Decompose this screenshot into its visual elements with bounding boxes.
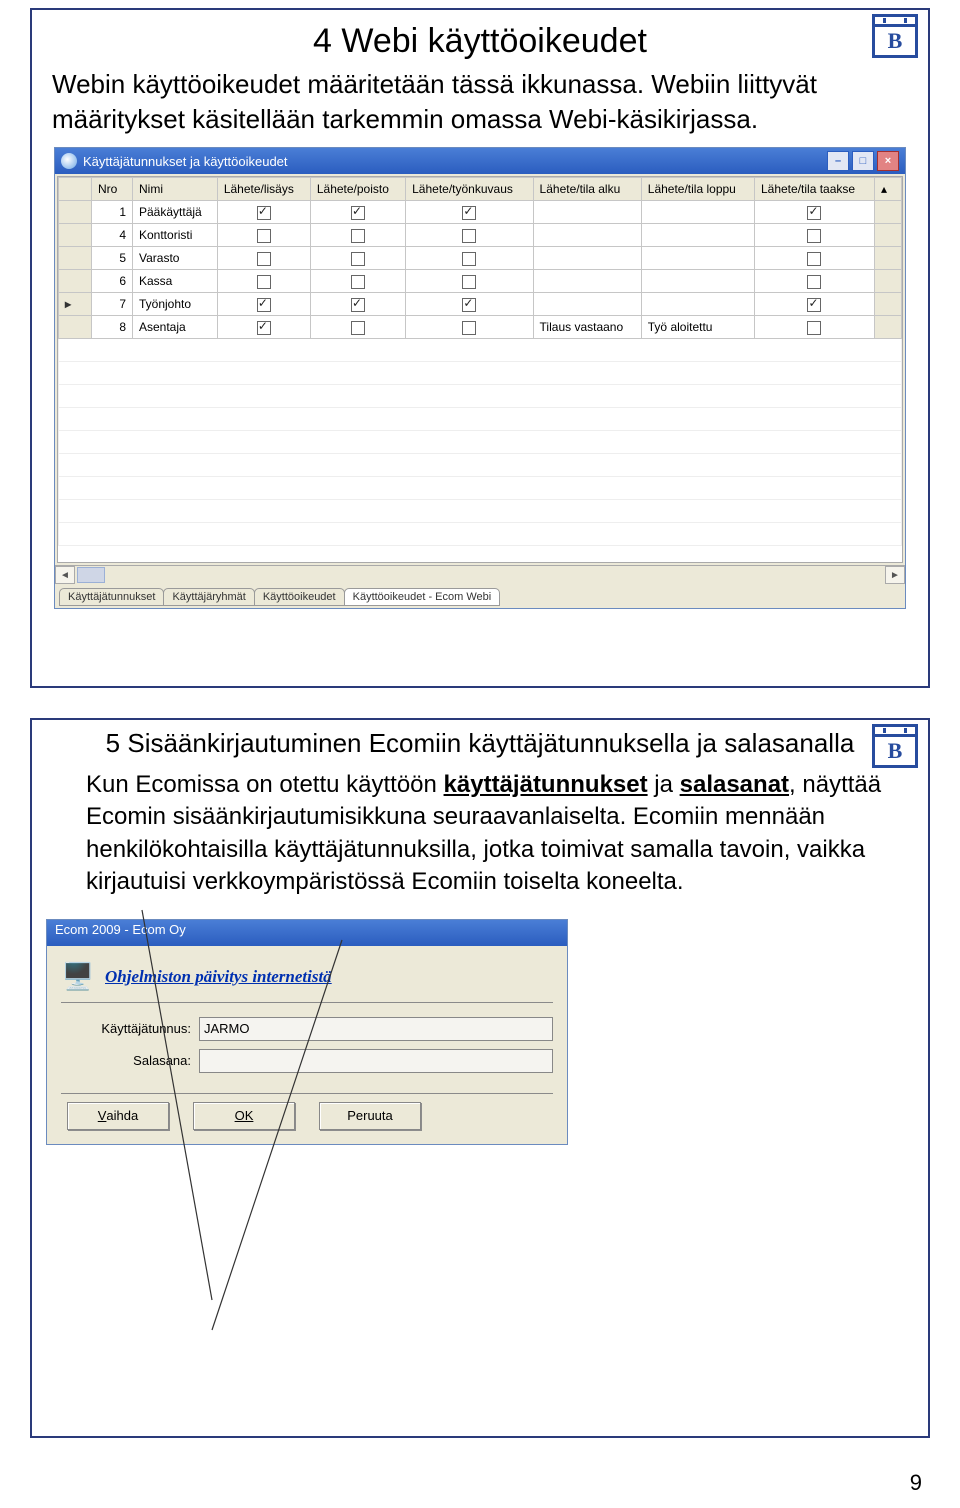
app-icon: [61, 153, 77, 169]
page-number: 9: [910, 1470, 922, 1496]
checkbox[interactable]: [257, 229, 271, 243]
login-dialog: Ecom 2009 - Ecom Oy 🖥️ Ohjelmiston päivi…: [46, 919, 568, 1145]
username-label: Käyttäjätunnus:: [61, 1021, 191, 1036]
scroll-thumb[interactable]: [77, 567, 105, 583]
change-button[interactable]: Vaihda: [67, 1102, 169, 1130]
checkbox[interactable]: [807, 275, 821, 289]
col-header: Nro: [92, 178, 133, 201]
logo-letter: B: [888, 27, 903, 55]
slide2-mid: ja: [648, 771, 680, 798]
col-header: Nimi: [133, 178, 218, 201]
window-titlebar: Käyttäjätunnukset ja käyttöoikeudet – □ …: [55, 148, 905, 174]
kw-salasanat: salasanat: [680, 771, 789, 798]
table-row[interactable]: 5Varasto: [59, 247, 902, 270]
username-input[interactable]: [199, 1017, 553, 1041]
table-row[interactable]: 8AsentajaTilaus vastaanoTyö aloitettu: [59, 316, 902, 339]
slide2-title: 5 Sisäänkirjautuminen Ecomiin käyttäjätu…: [46, 728, 914, 759]
permissions-table: NroNimiLähete/lisäysLähete/poistoLähete/…: [58, 177, 902, 546]
checkbox[interactable]: [257, 321, 271, 335]
checkbox[interactable]: [462, 298, 476, 312]
scroll-left-icon[interactable]: ◄: [55, 566, 75, 584]
window-title: Käyttäjätunnukset ja käyttöoikeudet: [83, 154, 288, 169]
slide-1: B 4 Webi käyttöoikeudet Webin käyttöoike…: [30, 8, 930, 688]
checkbox[interactable]: [257, 275, 271, 289]
logo-icon: B: [872, 14, 918, 58]
login-headline: 🖥️ Ohjelmiston päivitys internetistä: [61, 956, 553, 1003]
close-button[interactable]: ×: [877, 151, 899, 171]
slide-2: B 5 Sisäänkirjautuminen Ecomiin käyttäjä…: [30, 718, 930, 1438]
password-input[interactable]: [199, 1049, 553, 1073]
col-header: Lähete/tila taakse: [754, 178, 874, 201]
checkbox[interactable]: [462, 321, 476, 335]
checkbox[interactable]: [351, 321, 365, 335]
table-row[interactable]: 6Kassa: [59, 270, 902, 293]
checkbox[interactable]: [462, 206, 476, 220]
slide1-body: Webin käyttöoikeudet määritetään tässä i…: [52, 67, 908, 137]
checkbox[interactable]: [807, 206, 821, 220]
tab-k-ytt-oikeudet-ecom-webi[interactable]: Käyttöoikeudet - Ecom Webi: [344, 588, 501, 606]
checkbox[interactable]: [351, 252, 365, 266]
checkbox[interactable]: [807, 298, 821, 312]
slide2-body: Kun Ecomissa on otettu käyttöön käyttäjä…: [86, 769, 908, 899]
checkbox[interactable]: [351, 298, 365, 312]
col-header: Lähete/tila alku: [533, 178, 641, 201]
table-scrollarea[interactable]: NroNimiLähete/lisäysLähete/poistoLähete/…: [57, 176, 903, 563]
table-row[interactable]: 4Konttoristi: [59, 224, 902, 247]
slide2-pre: Kun Ecomissa on otettu käyttöön: [86, 771, 444, 798]
col-header: Lähete/lisäys: [217, 178, 310, 201]
update-icon: 🖥️: [61, 960, 95, 994]
horizontal-scrollbar[interactable]: ◄ ►: [55, 565, 905, 584]
login-titlebar: Ecom 2009 - Ecom Oy: [47, 920, 567, 946]
col-header: Lähete/työnkuvaus: [406, 178, 533, 201]
checkbox[interactable]: [462, 229, 476, 243]
tab-k-ytt-j-tunnukset[interactable]: Käyttäjätunnukset: [59, 588, 164, 606]
minimize-button[interactable]: –: [827, 151, 849, 171]
col-header: Lähete/tila loppu: [641, 178, 754, 201]
tab-k-ytt-oikeudet[interactable]: Käyttöoikeudet: [254, 588, 345, 606]
table-row[interactable]: 1Pääkäyttäjä: [59, 201, 902, 224]
checkbox[interactable]: [462, 275, 476, 289]
checkbox[interactable]: [351, 275, 365, 289]
cancel-button[interactable]: Peruuta: [319, 1102, 421, 1130]
login-headline-text: Ohjelmiston päivitys internetistä: [105, 967, 332, 987]
checkbox[interactable]: [257, 252, 271, 266]
logo-icon: B: [872, 724, 918, 768]
tab-k-ytt-j-ryhm-t[interactable]: Käyttäjäryhmät: [163, 588, 254, 606]
checkbox[interactable]: [351, 206, 365, 220]
checkbox[interactable]: [807, 252, 821, 266]
permissions-window: Käyttäjätunnukset ja käyttöoikeudet – □ …: [54, 147, 906, 609]
checkbox[interactable]: [257, 206, 271, 220]
checkbox[interactable]: [807, 229, 821, 243]
checkbox[interactable]: [807, 321, 821, 335]
slide1-title: 4 Webi käyttöoikeudet: [46, 22, 914, 61]
btn-change-rest: aihda: [106, 1108, 138, 1123]
logo-letter: B: [888, 737, 903, 765]
col-header: Lähete/poisto: [310, 178, 405, 201]
checkbox[interactable]: [257, 298, 271, 312]
ok-button[interactable]: OK: [193, 1102, 295, 1130]
kw-kayttajatunnukset: käyttäjätunnukset: [444, 771, 648, 798]
table-row[interactable]: ▸7Työnjohto: [59, 293, 902, 316]
password-label: Salasana:: [61, 1053, 191, 1068]
checkbox[interactable]: [462, 252, 476, 266]
bottom-tabs: KäyttäjätunnuksetKäyttäjäryhmätKäyttöoik…: [55, 584, 905, 608]
checkbox[interactable]: [351, 229, 365, 243]
scroll-right-icon[interactable]: ►: [885, 566, 905, 584]
maximize-button[interactable]: □: [852, 151, 874, 171]
